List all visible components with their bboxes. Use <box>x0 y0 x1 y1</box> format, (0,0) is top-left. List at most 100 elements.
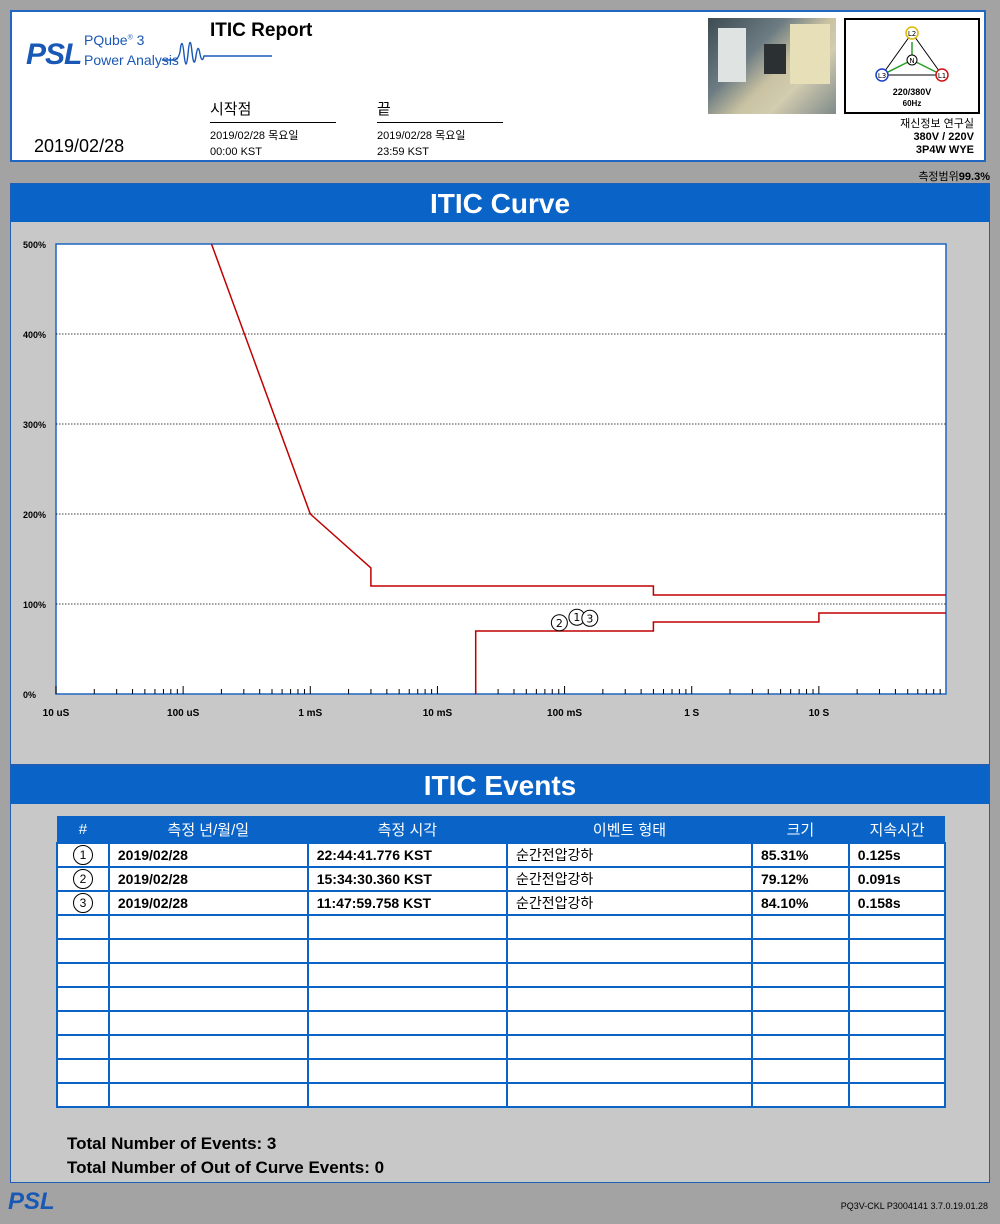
cell-type: 순간전압강하 <box>506 866 753 892</box>
cell-date <box>107 1034 309 1060</box>
col-header-time: 측정 시각 <box>307 816 508 843</box>
table-row <box>56 1034 947 1060</box>
cell-magnitude <box>750 1010 850 1036</box>
cell-duration <box>847 1010 947 1036</box>
cell-time <box>306 938 509 964</box>
itic-chart: 0% 100% 200% 300% 400% 500% 10 uS 100 uS 1 mS 10 … <box>23 240 947 719</box>
cell-duration <box>847 914 947 940</box>
cell-magnitude <box>750 1034 850 1060</box>
svg-text:L2: L2 <box>908 30 916 38</box>
svg-text:L3: L3 <box>878 72 886 80</box>
event-number-badge: 2 <box>72 869 93 889</box>
psl-logo-text: PSL <box>26 38 82 71</box>
x-tick-label: 1 mS <box>298 708 322 719</box>
cell-time <box>306 1034 509 1060</box>
start-period: 시작점 2019/02/28 목요일 00:00 KST <box>210 98 336 158</box>
table-row <box>56 1010 947 1036</box>
cell-time <box>306 914 509 940</box>
coverage-text: 측정범위99.3% <box>918 171 990 183</box>
cell-num: 1 <box>56 842 110 868</box>
table-row: 2 2019/02/28 15:34:30.360 KST 순간전압강하 79.12% 0… <box>56 866 947 892</box>
cell-num <box>56 914 110 940</box>
svg-text:60Hz: 60Hz <box>903 99 922 108</box>
report-date: 2019/02/28 <box>34 136 125 156</box>
event-marker-label: 2 <box>556 617 563 630</box>
x-tick-label: 100 uS <box>167 708 200 719</box>
cell-type <box>506 1034 753 1060</box>
cell-time <box>306 962 509 988</box>
cell-time: 15:34:30.360 KST <box>306 866 509 892</box>
y-tick-label: 200% <box>23 510 46 520</box>
cell-num: 2 <box>56 866 110 892</box>
cell-duration: 0.125s <box>847 842 947 868</box>
svg-text:220/380V: 220/380V <box>893 87 932 97</box>
cell-type: 순간전압강하 <box>506 842 753 868</box>
svg-text:L1: L1 <box>938 72 946 80</box>
cell-type <box>506 962 753 988</box>
cell-magnitude <box>750 914 850 940</box>
col-header-type: 이벤트 형태 <box>506 816 752 843</box>
cell-type <box>506 1058 753 1084</box>
table-row <box>56 986 947 1012</box>
cell-type <box>506 914 753 940</box>
cell-type <box>506 1010 753 1036</box>
cell-num: 3 <box>56 890 110 916</box>
cell-type: 순간전압강하 <box>506 890 753 916</box>
cell-time: 22:44:41.776 KST <box>306 842 509 868</box>
wiring-diagram: L2 N L3 L1 220/380V 60Hz <box>844 18 980 114</box>
y-tick-label: 0% <box>23 690 36 700</box>
report-title: ITIC Report <box>210 20 313 41</box>
cell-magnitude <box>750 1058 850 1084</box>
total-events: Total Number of Events: 3 <box>67 1134 277 1153</box>
product-name: PQube® 3 <box>84 32 145 48</box>
col-header-num: # <box>56 816 109 843</box>
table-row: 1 2019/02/28 22:44:41.776 KST 순간전압강하 85.31% 0… <box>56 842 947 868</box>
x-tick-label: 10 mS <box>423 708 453 719</box>
x-tick-label: 1 S <box>684 708 699 719</box>
x-tick-label: 10 uS <box>43 708 70 719</box>
cell-duration <box>847 1082 947 1108</box>
cell-magnitude: 79.12% <box>750 866 850 892</box>
cell-magnitude <box>750 986 850 1012</box>
site-photo <box>708 18 836 114</box>
table-row <box>56 914 947 940</box>
cell-duration: 0.091s <box>847 866 947 892</box>
cell-type <box>506 986 753 1012</box>
cell-magnitude <box>750 938 850 964</box>
cell-num <box>56 1058 110 1084</box>
cell-time <box>306 1082 509 1108</box>
cell-time: 11:47:59.758 KST <box>306 890 509 916</box>
cell-date: 2019/02/28 <box>107 866 309 892</box>
cell-time <box>306 1058 509 1084</box>
svg-text:N: N <box>909 57 914 65</box>
start-date: 2019/02/28 목요일 <box>210 130 299 142</box>
end-time: 23:59 KST <box>377 146 429 158</box>
cell-magnitude <box>750 1082 850 1108</box>
cell-type <box>506 938 753 964</box>
cell-date <box>107 938 309 964</box>
plot-area <box>55 243 947 695</box>
cell-time <box>306 1010 509 1036</box>
itic-chart-area: 0% 100% 200% 300% 400% 500% 10 uS 100 uS 1 mS 10 … <box>11 222 989 762</box>
footer-psl-logo: PSL <box>8 1188 55 1215</box>
table-row <box>56 1058 947 1084</box>
cell-magnitude: 84.10% <box>750 890 850 916</box>
cell-num <box>56 1034 110 1060</box>
event-marker-label: 3 <box>586 612 593 625</box>
table-row <box>56 1082 947 1108</box>
site-voltage: 380V / 220V <box>913 131 974 143</box>
table-row <box>56 962 947 988</box>
start-label: 시작점 <box>210 98 336 123</box>
cell-num <box>56 1010 110 1036</box>
cell-date <box>107 1010 309 1036</box>
site-name: 재신정보 연구실 <box>900 118 974 130</box>
cell-duration: 0.158s <box>847 890 947 916</box>
cell-date <box>107 914 309 940</box>
site-info: 재신정보 연구실 380V / 220V 3P4W WYE <box>900 118 974 157</box>
event-marker-label: 1 <box>573 611 580 624</box>
x-tick-label: 100 mS <box>547 708 582 719</box>
col-header-date: 측정 년/월/일 <box>108 816 308 843</box>
footer-device-id: PQ3V-CKL P3004141 3.7.0.19.01.28 <box>840 1201 988 1211</box>
cell-date <box>107 1058 309 1084</box>
itic-events-title: ITIC Events <box>11 766 989 804</box>
